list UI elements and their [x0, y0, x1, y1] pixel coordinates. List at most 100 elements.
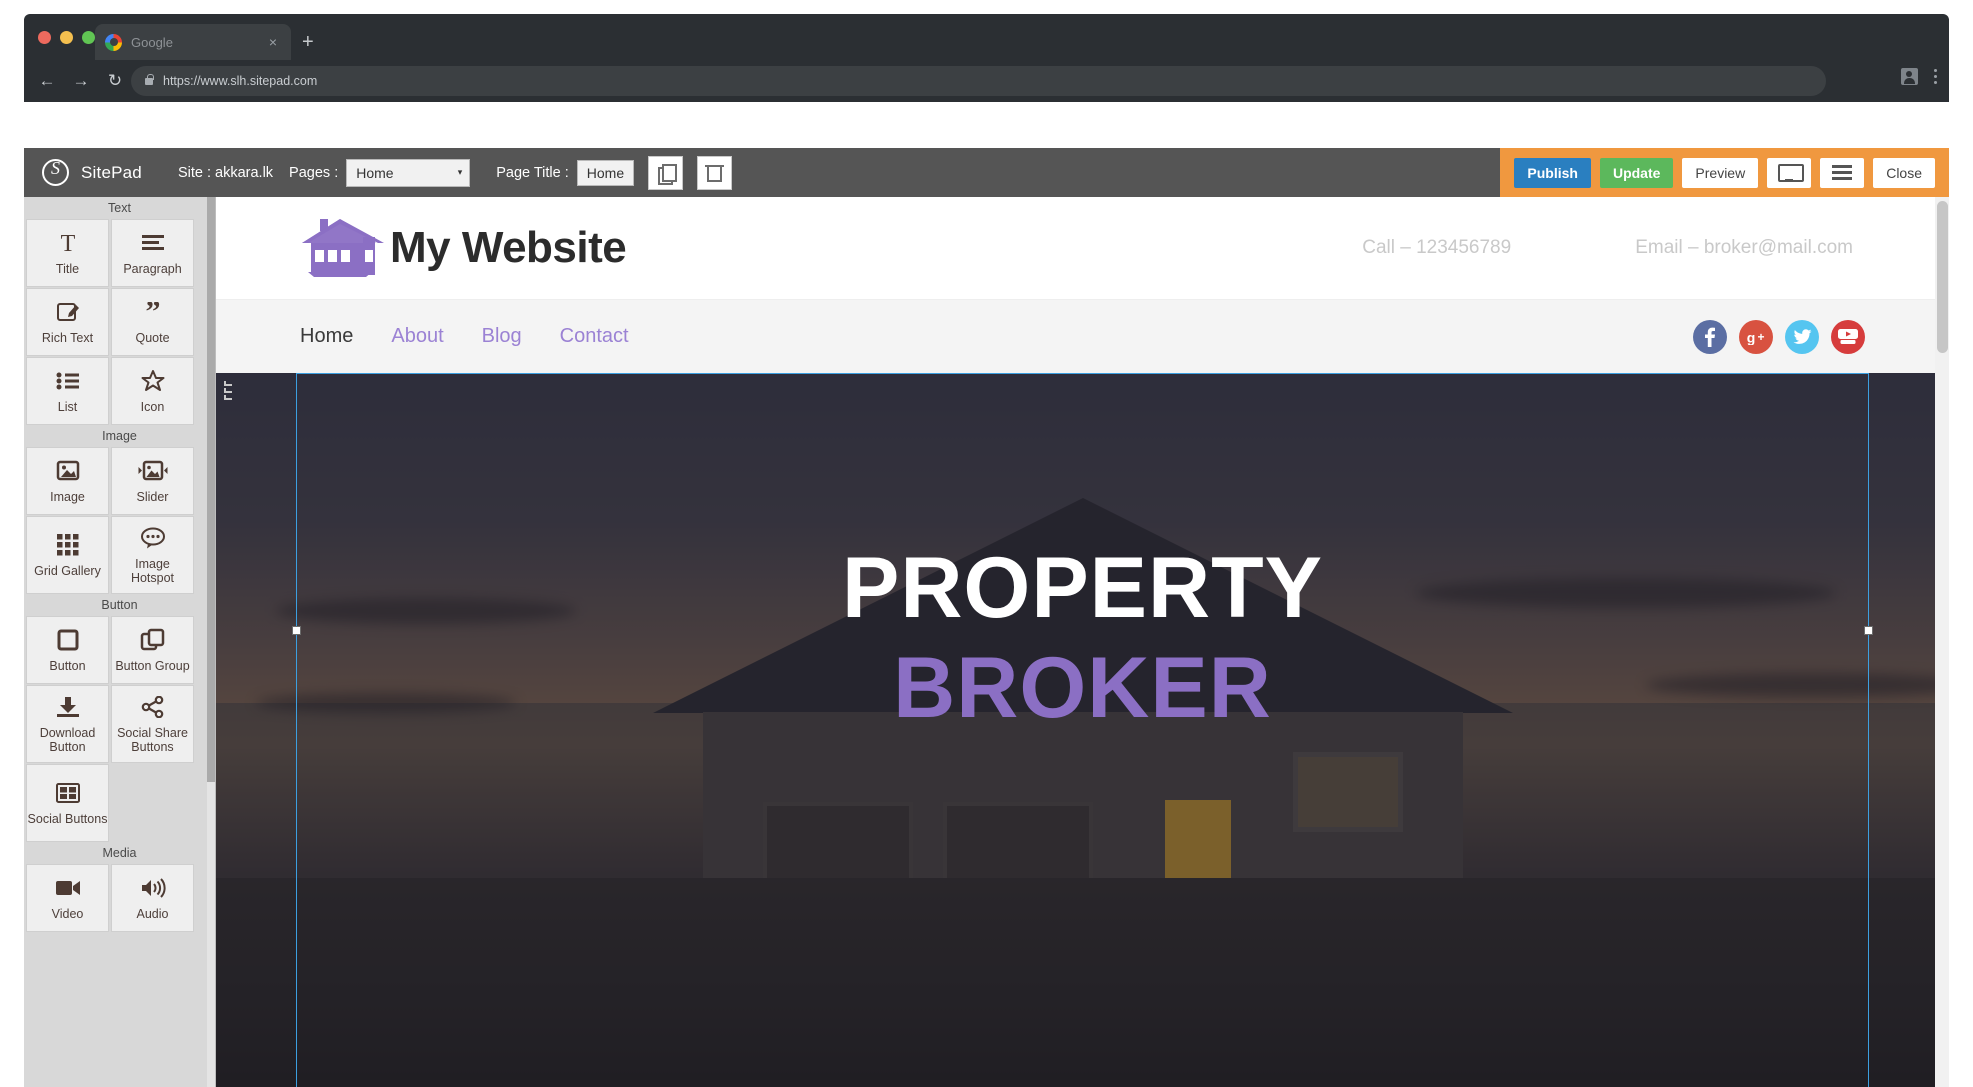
nav-item-blog[interactable]: Blog [482, 325, 522, 348]
site-label: Site : akkara.lk [177, 164, 274, 181]
site-title: My Website [390, 223, 627, 272]
back-button[interactable]: ← [34, 71, 60, 91]
nav-links: Home About Blog Contact [300, 325, 629, 348]
widget-list[interactable]: List [26, 357, 109, 425]
maximize-window-button[interactable] [82, 31, 95, 44]
header-contact-info: Call – 123456789 Email – broker@mail.com [1362, 237, 1949, 259]
site-navigation: Home About Blog Contact g + [216, 299, 1949, 373]
widget-label: Paragraph [123, 261, 182, 276]
forward-button[interactable]: → [68, 71, 94, 91]
widget-quote[interactable]: ” Quote [111, 288, 194, 356]
reload-button[interactable]: ↻ [102, 71, 128, 91]
widget-rich-text[interactable]: Rich Text [26, 288, 109, 356]
widget-label: Social Buttons [27, 811, 108, 826]
title-icon: T [57, 230, 79, 256]
widget-label: Grid Gallery [34, 563, 101, 578]
resize-handle-left[interactable] [292, 626, 301, 635]
brand-name: SitePad [81, 162, 142, 182]
svg-text:+: + [1757, 330, 1764, 344]
browser-menu-icon[interactable] [1933, 68, 1937, 85]
widget-download-button[interactable]: Download Button [26, 685, 109, 763]
hero-text-block[interactable]: PROPERTY BROKER [216, 543, 1949, 745]
widget-sidebar[interactable]: Text T Title Paragraph Rich Text ” Quote… [24, 197, 216, 1087]
browser-tabstrip: Google × + [24, 14, 1949, 60]
sidebar-scrollbar[interactable] [207, 197, 215, 1087]
nav-item-home[interactable]: Home [300, 325, 353, 348]
lock-icon [145, 73, 154, 85]
delete-page-button[interactable] [697, 155, 733, 190]
section-corner-marker [224, 381, 236, 403]
widget-label: Image Hotspot [130, 556, 175, 585]
paragraph-icon [141, 230, 165, 256]
resize-handle-right[interactable] [1864, 626, 1873, 635]
widget-image[interactable]: Image [26, 447, 109, 515]
widget-paragraph[interactable]: Paragraph [111, 219, 194, 287]
selection-guide-right[interactable] [1868, 373, 1869, 1087]
address-bar[interactable]: https://www.slh.sitepad.com [131, 66, 1826, 96]
widget-label: Button [49, 658, 86, 673]
copy-icon [657, 163, 677, 185]
sidebar-scrollbar-thumb[interactable] [207, 197, 215, 782]
widget-label: Image [50, 489, 85, 504]
house-logo-icon [300, 217, 386, 279]
sitepad-logo-icon [42, 158, 69, 186]
widget-title[interactable]: T Title [26, 219, 109, 287]
site-logo[interactable]: My Website [300, 217, 627, 279]
minimize-window-button[interactable] [60, 31, 73, 44]
profile-icon[interactable] [1900, 68, 1918, 85]
nav-item-about[interactable]: About [391, 325, 443, 348]
widget-icon[interactable]: Icon [111, 357, 194, 425]
canvas-scrollbar[interactable] [1935, 197, 1949, 1087]
editor-menu-button[interactable] [1820, 157, 1865, 188]
widget-label: Rich Text [41, 330, 94, 345]
page-title-input[interactable]: Home [576, 159, 635, 186]
browser-tab[interactable]: Google × [95, 24, 291, 60]
publish-button[interactable]: Publish [1514, 157, 1591, 188]
share-icon [141, 694, 165, 720]
duplicate-page-button[interactable] [648, 155, 684, 190]
widget-grid-gallery[interactable]: Grid Gallery [26, 516, 109, 594]
widget-social-share-buttons[interactable]: Social Share Buttons [111, 685, 194, 763]
hotspot-icon [140, 525, 166, 551]
close-window-button[interactable] [38, 31, 51, 44]
svg-text:T: T [60, 231, 75, 255]
close-tab-icon[interactable]: × [265, 33, 281, 51]
selection-guide-left[interactable] [296, 373, 297, 1087]
site-header: My Website Call – 123456789 Email – brok… [216, 197, 1949, 299]
pages-label: Pages : [289, 164, 339, 181]
google-plus-icon[interactable]: g + [1739, 319, 1773, 354]
update-button[interactable]: Update [1599, 157, 1674, 188]
youtube-icon[interactable] [1831, 319, 1865, 354]
new-tab-button[interactable]: + [302, 32, 314, 52]
widget-button[interactable]: Button [26, 616, 109, 684]
widget-label: Audio [136, 906, 169, 921]
preview-button[interactable]: Preview [1682, 157, 1759, 188]
nav-item-contact[interactable]: Contact [560, 325, 629, 348]
widget-image-hotspot[interactable]: Image Hotspot [111, 516, 194, 594]
device-view-button[interactable] [1767, 157, 1812, 188]
quote-icon: ” [141, 299, 165, 325]
monitor-icon [1778, 163, 1805, 182]
window-controls[interactable] [38, 31, 95, 44]
tab-title: Google [131, 34, 173, 50]
page-canvas[interactable]: My Website Call – 123456789 Email – brok… [216, 197, 1949, 1087]
page-select[interactable]: Home ▾ [346, 158, 471, 187]
facebook-icon[interactable] [1693, 319, 1727, 354]
list-icon [56, 368, 80, 394]
social-buttons-icon [55, 780, 81, 806]
twitter-icon[interactable] [1785, 319, 1819, 354]
phone-text: Call – 123456789 [1362, 237, 1512, 258]
widget-social-buttons[interactable]: Social Buttons [26, 764, 109, 842]
group-title-text: Text [24, 197, 215, 218]
widget-button-group[interactable]: Button Group [111, 616, 194, 684]
social-links: g + [1693, 319, 1949, 354]
canvas-scrollbar-thumb[interactable] [1937, 201, 1948, 353]
widget-slider[interactable]: Slider [111, 447, 194, 515]
button-icon [56, 627, 80, 653]
close-button[interactable]: Close [1873, 157, 1935, 188]
group-title-image: Image [24, 425, 215, 446]
editor-toolbar: SitePad Site : akkara.lk Pages : Home ▾ … [24, 148, 1949, 197]
widget-video[interactable]: Video [26, 864, 109, 932]
widget-audio[interactable]: Audio [111, 864, 194, 932]
hero-section[interactable]: PROPERTY BROKER [216, 373, 1949, 1087]
